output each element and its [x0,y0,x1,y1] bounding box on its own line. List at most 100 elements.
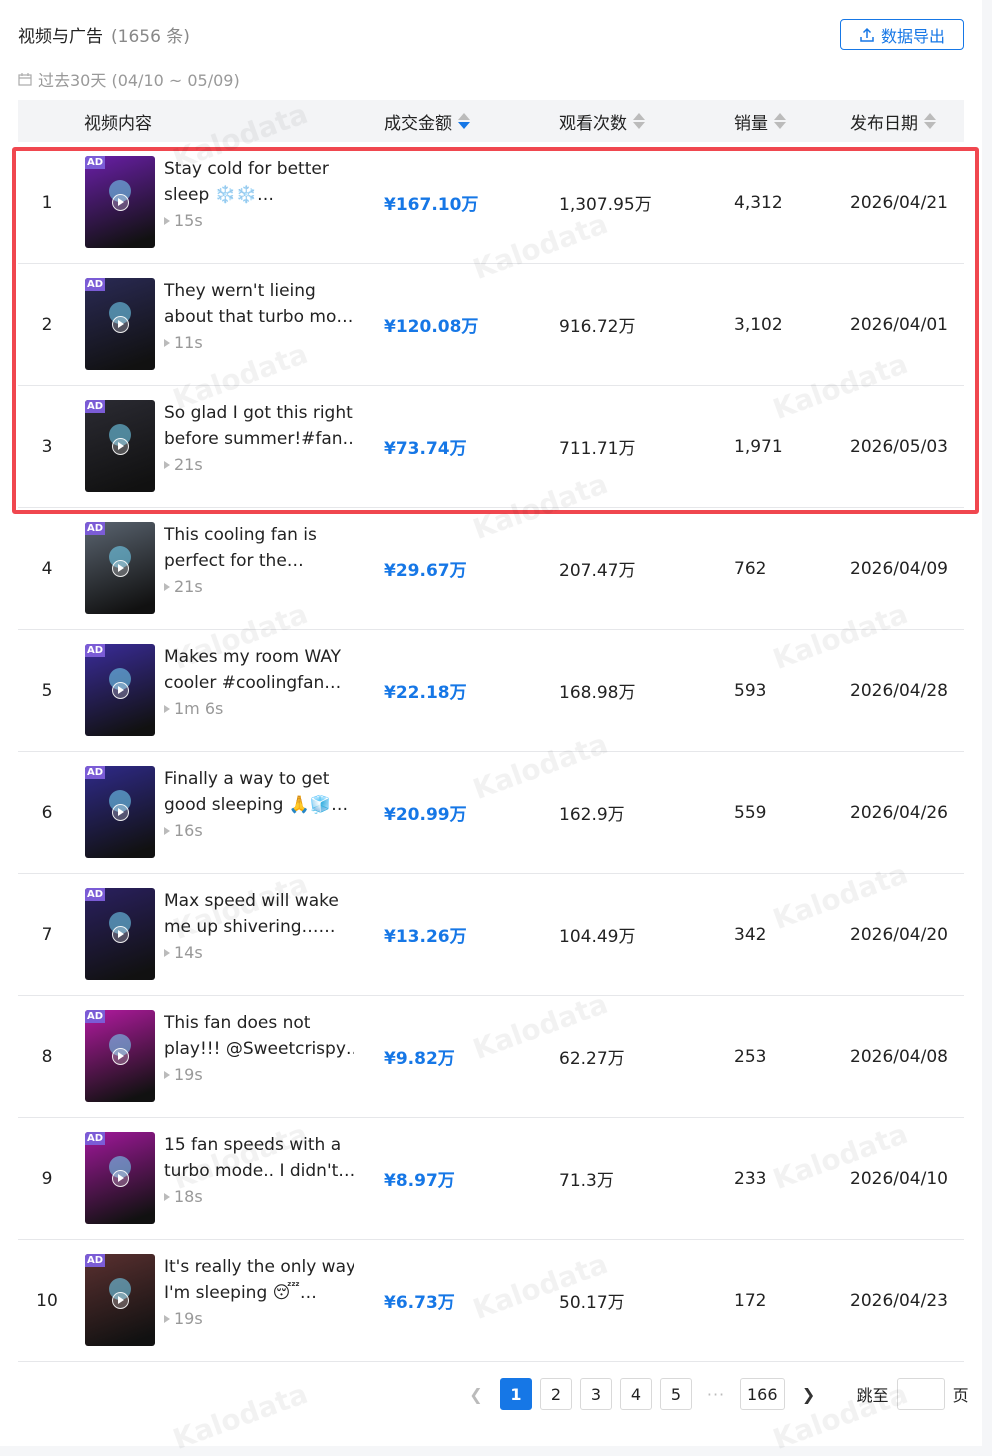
video-duration: 15s [164,208,354,234]
page-1-button[interactable]: 1 [500,1378,532,1410]
ad-badge: AD [85,156,106,169]
play-icon[interactable] [112,316,129,333]
description-line-2: I'm sleeping 😴… [164,1283,317,1303]
table-row[interactable]: 2 AD They wern't lieing about that turbo… [18,264,964,386]
duration-text: 1m 6s [174,699,224,718]
table-row[interactable]: 6 AD Finally a way to get good sleeping … [18,752,964,874]
sales-amount: ¥8.97万 [384,1171,455,1191]
table-row[interactable]: 8 AD This fan does not play!!! @Sweetcri… [18,996,964,1118]
units-sold: 762 [734,558,767,579]
video-thumbnail[interactable]: AD [85,1010,155,1102]
units-sold: 593 [734,680,767,701]
duration-text: 16s [174,821,203,840]
units-sold: 1,971 [734,436,783,457]
description-line-1: Max speed will wake [164,891,339,911]
publish-date: 2026/04/10 [850,1168,948,1189]
units-sold: 233 [734,1168,767,1189]
table-row[interactable]: 1 AD Stay cold for better sleep ❄️❄️… 15… [18,142,964,264]
table-row[interactable]: 5 AD Makes my room WAY cooler #coolingfa… [18,630,964,752]
units-sold: 342 [734,924,767,945]
publish-date: 2026/05/03 [850,436,948,457]
page-2-button[interactable]: 2 [540,1378,572,1410]
description-line-2: sleep ❄️❄️… [164,185,275,205]
play-icon[interactable] [112,1292,129,1309]
view-count: 916.72万 [559,317,636,337]
table-row[interactable]: 10 AD It's really the only way I'm sleep… [18,1240,964,1362]
column-header-amount[interactable]: 成交金额 [384,100,470,142]
video-thumbnail[interactable]: AD [85,888,155,980]
view-count: 104.49万 [559,927,636,947]
video-description[interactable]: 15 fan speeds with a turbo mode.. I didn… [164,1132,354,1210]
publish-date: 2026/04/28 [850,680,948,701]
next-page-button[interactable]: ❯ [792,1378,825,1410]
video-description[interactable]: So glad I got this right before summer!#… [164,400,354,478]
duration-text: 21s [174,455,203,474]
play-icon[interactable] [112,804,129,821]
play-icon[interactable] [112,1048,129,1065]
view-count: 1,307.95万 [559,195,652,215]
sales-amount: ¥9.82万 [384,1049,455,1069]
page-last-button[interactable]: 166 [740,1378,785,1410]
video-description[interactable]: Max speed will wake me up shivering…… 14… [164,888,354,966]
video-description[interactable]: This cooling fan is perfect for the… 21s [164,522,354,600]
video-description[interactable]: Finally a way to get good sleeping 🙏🧊… 1… [164,766,354,844]
sort-icon[interactable] [458,113,470,129]
publish-date: 2026/04/20 [850,924,948,945]
table-row[interactable]: 4 AD This cooling fan is perfect for the… [18,508,964,630]
ad-badge: AD [85,644,106,657]
video-description[interactable]: This fan does not play!!! @Sweetcrispy… … [164,1010,354,1088]
prev-page-button[interactable]: ❮ [460,1378,492,1410]
video-description[interactable]: Stay cold for better sleep ❄️❄️… 15s [164,156,354,234]
column-header-views[interactable]: 观看次数 [559,100,645,142]
video-description[interactable]: It's really the only way I'm sleeping 😴…… [164,1254,354,1332]
table-header: 视频内容 成交金额 观看次数 销量 发布日期 [18,100,964,142]
play-icon[interactable] [112,560,129,577]
column-header-date[interactable]: 发布日期 [850,100,936,142]
duration-text: 11s [174,333,203,352]
video-thumbnail[interactable]: AD [85,522,155,614]
watermark: Kalodata [168,1376,313,1456]
table-row[interactable]: 9 AD 15 fan speeds with a turbo mode.. I… [18,1118,964,1240]
rank-number: 2 [41,314,53,335]
sort-icon[interactable] [633,113,645,129]
sales-amount: ¥20.99万 [384,805,467,825]
sort-icon[interactable] [924,113,936,129]
column-header-sales[interactable]: 销量 [734,100,786,142]
description-line-1: 15 fan speeds with a [164,1135,342,1155]
rank-number: 5 [41,680,53,701]
date-range-text: 过去30天 (04/10 ~ 05/09) [38,71,240,90]
page-5-button[interactable]: 5 [660,1378,692,1410]
page-4-button[interactable]: 4 [620,1378,652,1410]
video-thumbnail[interactable]: AD [85,766,155,858]
rank-number: 10 [36,1290,58,1311]
table-row[interactable]: 3 AD So glad I got this right before sum… [18,386,964,508]
video-description[interactable]: They wern't lieing about that turbo mo… … [164,278,354,356]
sort-icon[interactable] [774,113,786,129]
video-thumbnail[interactable]: AD [85,1254,155,1346]
sales-amount: ¥167.10万 [384,195,479,215]
play-icon[interactable] [112,926,129,943]
play-icon[interactable] [112,682,129,699]
column-content-label: 视频内容 [84,113,152,134]
page-3-button[interactable]: 3 [580,1378,612,1410]
duration-text: 19s [174,1065,203,1084]
video-description[interactable]: Makes my room WAY cooler #coolingfan… 1m… [164,644,354,722]
play-icon[interactable] [112,194,129,211]
video-thumbnail[interactable]: AD [85,156,155,248]
view-count: 168.98万 [559,683,636,703]
export-button[interactable]: 数据导出 [840,19,964,50]
description-line-2: play!!! @Sweetcrispy… [164,1039,354,1059]
video-thumbnail[interactable]: AD [85,278,155,370]
play-icon[interactable] [112,438,129,455]
video-thumbnail[interactable]: AD [85,1132,155,1224]
calendar-icon [18,73,32,86]
view-count: 62.27万 [559,1049,625,1069]
video-thumbnail[interactable]: AD [85,644,155,736]
video-thumbnail[interactable]: AD [85,400,155,492]
ad-badge: AD [85,766,106,779]
play-icon[interactable] [112,1170,129,1187]
jump-page-input[interactable] [896,1378,945,1410]
video-duration: 19s [164,1062,354,1088]
description-line-1: Makes my room WAY [164,647,342,667]
table-row[interactable]: 7 AD Max speed will wake me up shivering… [18,874,964,996]
